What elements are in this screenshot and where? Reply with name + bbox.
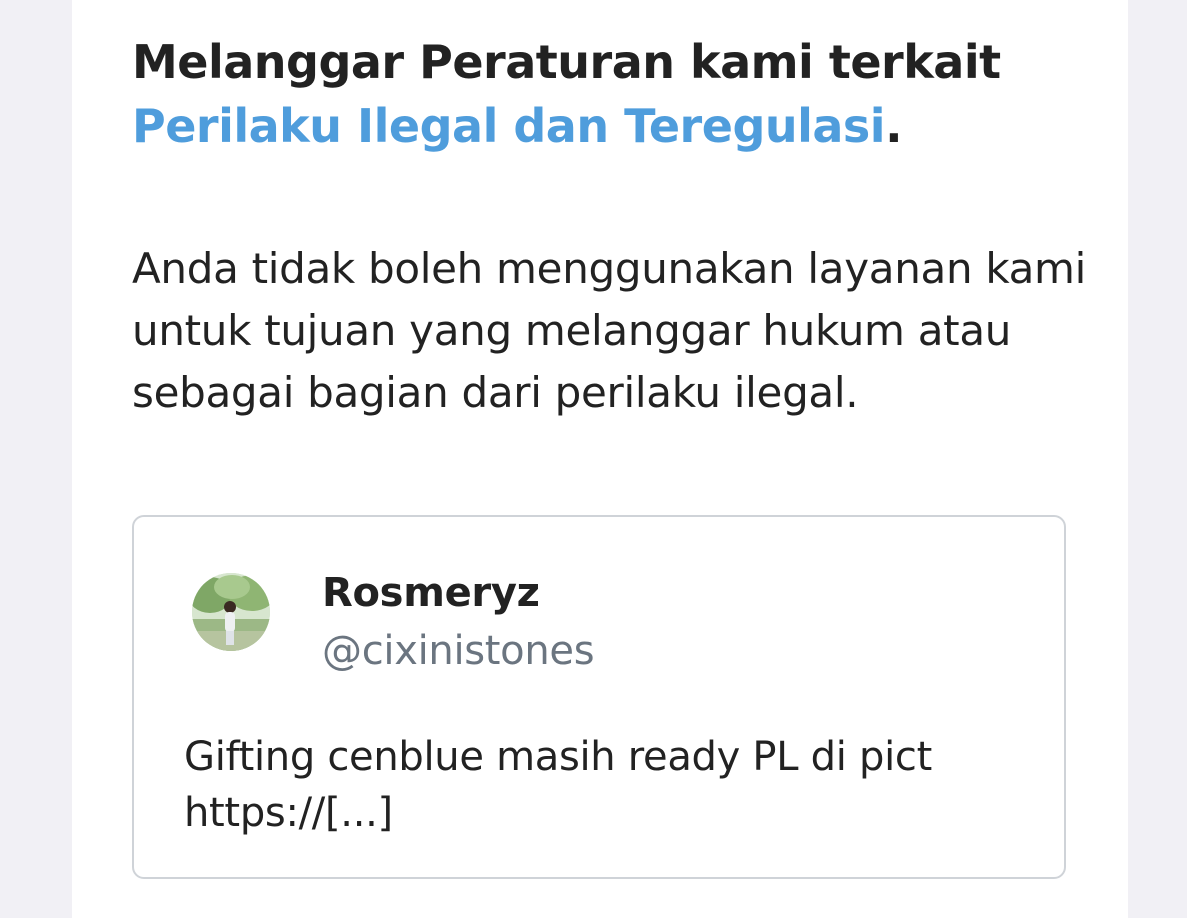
violation-description: Anda tidak boleh menggunakan layanan kam… <box>132 244 1087 417</box>
reported-tweet[interactable]: Rosmeryz @cixinistones Gifting cenblue m… <box>132 515 1066 879</box>
violation-heading: Melanggar Peraturan kami terkait Perilaku… <box>132 30 1092 158</box>
tweet-display-name[interactable]: Rosmeryz <box>322 567 540 619</box>
rule-link[interactable]: Perilaku Ilegal dan Teregulasi <box>132 99 886 153</box>
heading-period: . <box>885 99 903 153</box>
heading-text: Melanggar Peraturan kami terkait <box>132 35 1001 89</box>
tweet-text: Gifting cenblue masih ready PL di pict h… <box>184 729 1044 841</box>
tweet-text-line: Gifting cenblue masih ready PL di pict <box>184 734 932 780</box>
tweet-link-text: https://[...] <box>184 790 393 836</box>
violation-card: Melanggar Peraturan kami terkait Perilaku… <box>72 0 1128 918</box>
tweet-handle[interactable]: @cixinistones <box>322 625 595 677</box>
avatar[interactable] <box>192 573 270 651</box>
avatar-photo-icon <box>192 573 270 651</box>
